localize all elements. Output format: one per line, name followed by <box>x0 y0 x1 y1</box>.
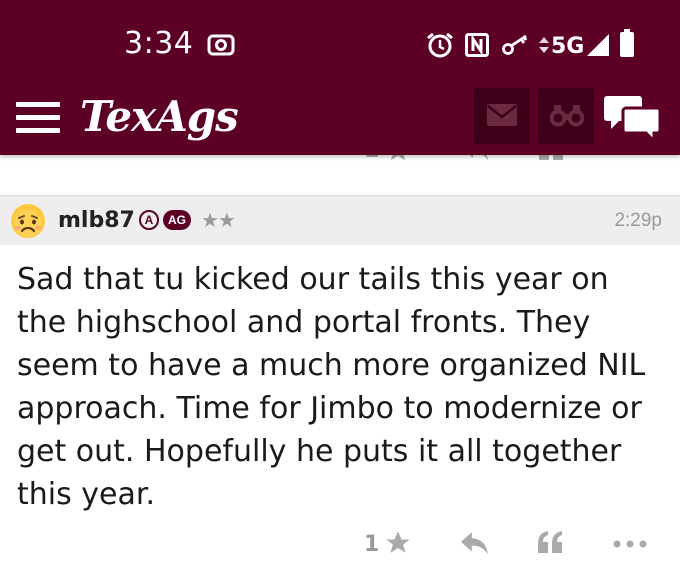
post-time: 2:29p <box>614 210 662 231</box>
badge-a: A <box>139 210 159 230</box>
menu-button[interactable] <box>16 100 62 136</box>
star-icon[interactable] <box>384 529 412 557</box>
messages-button[interactable] <box>474 88 530 144</box>
binoculars-icon <box>550 105 584 127</box>
key-icon <box>502 34 528 55</box>
like-count: 1 <box>364 532 380 557</box>
screen-record-icon <box>207 34 235 56</box>
quote-icon[interactable] <box>536 528 564 556</box>
battery-icon <box>620 29 634 57</box>
more-icon[interactable] <box>613 540 647 548</box>
app-bar: TexAgs <box>0 88 680 155</box>
watchlist-button[interactable] <box>538 88 594 144</box>
avatar-sad-face-icon[interactable] <box>10 203 46 239</box>
post-username[interactable]: mlb87 <box>58 208 135 233</box>
data-arrows-icon <box>539 37 549 53</box>
chat-icon[interactable] <box>604 92 662 142</box>
mail-icon <box>487 104 517 126</box>
signal-icon <box>587 34 609 56</box>
app-header: 3:34 5G TexAgs <box>0 0 680 155</box>
post-actions: 1 <box>0 520 680 570</box>
alarm-icon <box>427 32 453 58</box>
menu-icon <box>16 102 60 107</box>
status-time: 3:34 <box>124 26 194 61</box>
reply-icon[interactable] <box>460 530 490 556</box>
rank-stars: ★★ <box>201 210 236 232</box>
status-bar: 3:34 5G <box>0 0 680 88</box>
app-logo[interactable]: TexAgs <box>80 92 239 141</box>
badge-ag: AG <box>163 210 191 230</box>
post-header: mlb87 A AG ★★ 2:29p <box>0 195 680 245</box>
post-body: Sad that tu kicked our tails this year o… <box>17 262 646 512</box>
network-type: 5G <box>551 34 585 59</box>
nfc-icon <box>465 33 489 57</box>
